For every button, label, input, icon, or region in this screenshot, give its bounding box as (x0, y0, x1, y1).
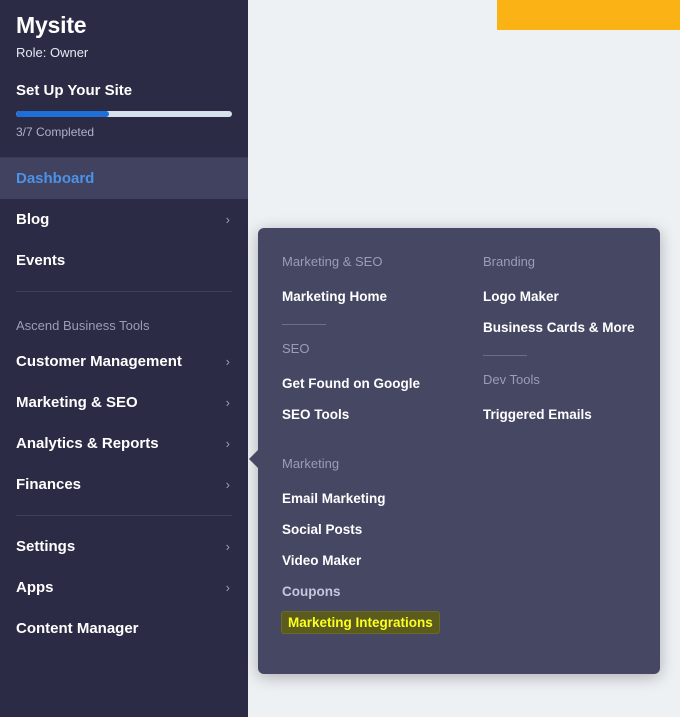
sidebar-item-label: Blog (16, 211, 50, 228)
sidebar-item-apps[interactable]: Apps › (0, 567, 248, 608)
chevron-right-icon: › (225, 580, 230, 595)
sidebar-item-content-manager[interactable]: Content Manager (0, 608, 248, 649)
chevron-right-icon: › (225, 477, 230, 492)
sidebar-item-label: Settings (16, 538, 76, 555)
flyout-spacer-3 (483, 358, 652, 368)
sidebar-item-events[interactable]: Events (0, 240, 248, 281)
chevron-right-icon: › (225, 539, 230, 554)
flyout-rule-1 (282, 324, 326, 325)
chevron-right-icon: › (225, 212, 230, 227)
flyout-item-triggered-emails[interactable]: Triggered Emails (483, 399, 592, 430)
sidebar-item-analytics-reports[interactable]: Analytics & Reports › (0, 423, 248, 464)
setup-title[interactable]: Set Up Your Site (0, 60, 248, 99)
sidebar-item-blog[interactable]: Blog › (0, 199, 248, 240)
sidebar-item-label: Marketing & SEO (16, 394, 138, 411)
flyout-section-title-marketing: Marketing (282, 456, 340, 471)
flyout-pointer-arrow-icon (249, 450, 258, 468)
flyout-right-column: Branding Logo Maker Business Cards & Mor… (459, 250, 660, 674)
flyout-item-logo-maker[interactable]: Logo Maker (483, 281, 559, 312)
sidebar: Mysite Role: Owner Set Up Your Site 3/7 … (0, 0, 248, 717)
flyout-left-column: Marketing & SEO Marketing Home SEO Get F… (258, 250, 459, 674)
flyout-section-title-branding: Branding (483, 254, 536, 269)
flyout-section-title-dev-tools: Dev Tools (483, 372, 540, 387)
flyout-spacer-1 (282, 327, 451, 337)
sidebar-item-label: Analytics & Reports (16, 435, 159, 452)
flyout-item-marketing-home[interactable]: Marketing Home (282, 281, 387, 312)
sidebar-item-label: Dashboard (16, 170, 95, 187)
sidebar-item-customer-management[interactable]: Customer Management › (0, 341, 248, 382)
chevron-right-icon: › (225, 436, 230, 451)
flyout-item-video-maker[interactable]: Video Maker (282, 545, 361, 576)
sidebar-item-label: Finances (16, 476, 82, 493)
app-root: Emp £ PREMIUM Pro Don Tic Let's Se wsxdn… (0, 0, 680, 717)
chevron-right-icon: › (225, 354, 230, 369)
flyout-item-email-marketing[interactable]: Email Marketing (282, 483, 386, 514)
sidebar-item-finances[interactable]: Finances › (0, 464, 248, 505)
sidebar-item-label: Apps (16, 579, 54, 596)
sidebar-item-label: Content Manager (16, 620, 139, 637)
sidebar-divider-2 (16, 515, 232, 516)
flyout-section-title-marketing-seo: Marketing & SEO (282, 254, 383, 269)
sidebar-nav: Dashboard Blog › Events Ascend Business … (0, 158, 248, 649)
sidebar-item-label: Customer Management (16, 353, 182, 370)
sidebar-item-label: Events (16, 252, 66, 269)
flyout-item-get-found-on-google[interactable]: Get Found on Google (282, 368, 420, 399)
sidebar-item-settings[interactable]: Settings › (0, 526, 248, 567)
setup-progress-label: 3/7 Completed (16, 125, 95, 139)
flyout-spacer-2 (282, 430, 451, 452)
flyout-item-seo-tools[interactable]: SEO Tools (282, 399, 349, 430)
top-banner (497, 0, 680, 30)
flyout-item-business-cards-and-more[interactable]: Business Cards & More (483, 312, 635, 343)
flyout-item-marketing-integrations[interactable]: Marketing Integrations (282, 612, 439, 633)
sidebar-item-marketing-seo[interactable]: Marketing & SEO › (0, 382, 248, 423)
sidebar-item-dashboard[interactable]: Dashboard (0, 158, 248, 199)
sidebar-group-label-ascend: Ascend Business Tools (16, 318, 150, 333)
marketing-seo-flyout-menu: Marketing & SEO Marketing Home SEO Get F… (249, 228, 660, 674)
site-title: Mysite (16, 12, 87, 38)
flyout-section-title-seo: SEO (282, 341, 310, 356)
sidebar-divider-1 (16, 291, 232, 292)
site-role: Role: Owner (16, 45, 89, 60)
flyout-item-social-posts[interactable]: Social Posts (282, 514, 362, 545)
chevron-right-icon: › (225, 395, 230, 410)
flyout-item-coupons[interactable]: Coupons (282, 576, 341, 607)
flyout-rule-2 (483, 355, 527, 356)
